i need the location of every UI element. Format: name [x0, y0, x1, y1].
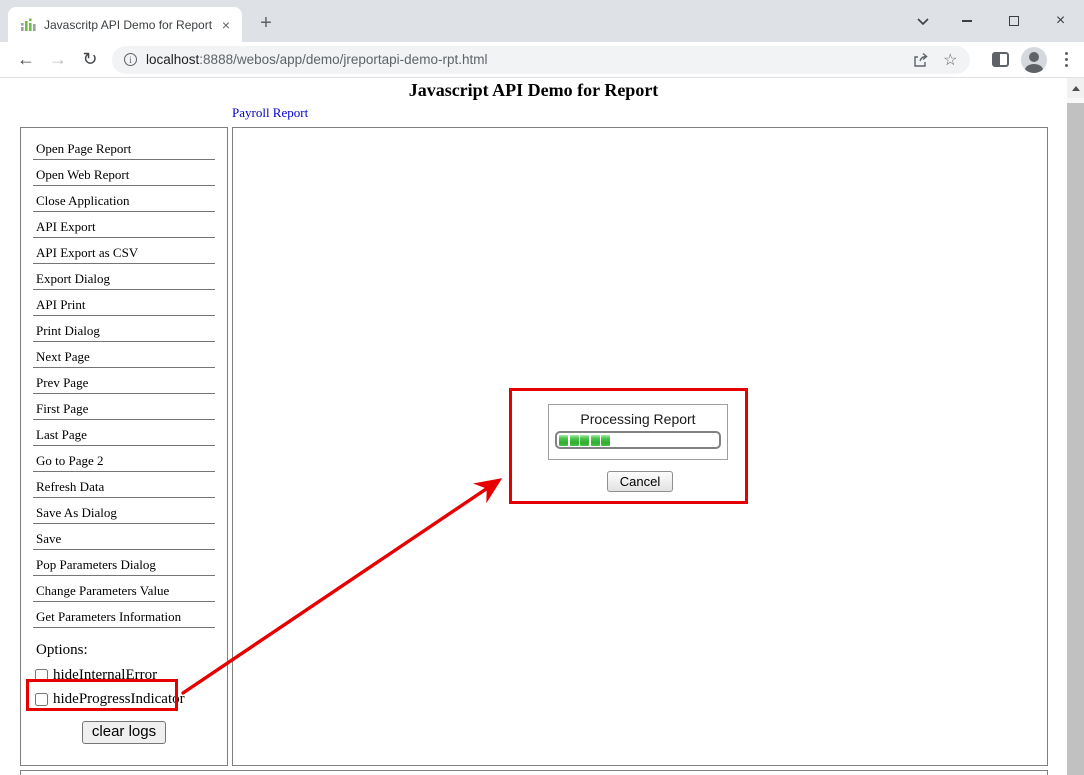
options-label: Options:: [36, 642, 215, 659]
browser-window: Javascritp API Demo for Report × + × ← →…: [0, 0, 1084, 775]
sidebar-item-save[interactable]: Save: [33, 524, 215, 550]
sidebar-item-close-application[interactable]: Close Application: [33, 186, 215, 212]
new-tab-button[interactable]: +: [252, 9, 280, 37]
reload-icon[interactable]: ↻: [74, 49, 106, 70]
window-minimize-button[interactable]: [943, 0, 990, 42]
share-icon[interactable]: [912, 52, 929, 68]
progress-segment: [570, 435, 579, 446]
side-panel-icon[interactable]: [992, 52, 1009, 67]
sidebar: Open Page Report Open Web Report Close App…: [20, 127, 228, 766]
checkbox-row-hideProgressIndicator[interactable]: hideProgressIndicator: [35, 691, 215, 707]
sidebar-link-label[interactable]: Get Parameters Information: [36, 609, 181, 624]
checkbox-row-hideInternalError[interactable]: hideInternalError: [35, 667, 215, 683]
tab-close-icon[interactable]: ×: [218, 17, 234, 33]
sidebar-item-refresh-data[interactable]: Refresh Data: [33, 472, 215, 498]
progress-segments: [559, 435, 610, 446]
forward-icon: →: [42, 49, 74, 70]
sidebar-item-get-parameters-information[interactable]: Get Parameters Information: [33, 602, 215, 628]
sidebar-link-label[interactable]: Save: [36, 531, 61, 546]
clear-logs-button[interactable]: clear logs: [82, 721, 166, 744]
sidebar-link-label[interactable]: API Export as CSV: [36, 245, 138, 260]
back-icon[interactable]: ←: [10, 49, 42, 70]
bookmark-star-icon[interactable]: ☆: [943, 50, 957, 70]
page-title: Javascript API Demo for Report: [0, 80, 1067, 101]
progress-bar: [555, 431, 721, 449]
window-maximize-button[interactable]: [990, 0, 1037, 42]
sidebar-item-first-page[interactable]: First Page: [33, 394, 215, 420]
browser-toolbar: ← → ↻ i localhost:8888/webos/app/demo/jr…: [0, 42, 1084, 78]
sidebar-link-label[interactable]: Last Page: [36, 427, 87, 442]
sidebar-item-save-as-dialog[interactable]: Save As Dialog: [33, 498, 215, 524]
tab-favicon bar-chart-icon: [20, 17, 36, 33]
progress-segment: [580, 435, 589, 446]
url-path: :8888/webos/app/demo/jreportapi-demo-rpt…: [199, 52, 487, 67]
tab-strip: Javascritp API Demo for Report × + ×: [0, 0, 1084, 42]
sidebar-link-label[interactable]: API Print: [36, 297, 85, 312]
sidebar-link-label[interactable]: Close Application: [36, 193, 130, 208]
sidebar-link-label[interactable]: Export Dialog: [36, 271, 110, 286]
processing-dialog: Processing Report: [548, 404, 728, 460]
cancel-button[interactable]: Cancel: [607, 471, 673, 492]
window-close-button[interactable]: ×: [1037, 0, 1084, 42]
sidebar-link-label[interactable]: Pop Parameters Dialog: [36, 557, 156, 572]
hideInternalError-checkbox[interactable]: [35, 669, 48, 682]
sidebar-item-change-parameters-value[interactable]: Change Parameters Value: [33, 576, 215, 602]
sidebar-item-open-web-report[interactable]: Open Web Report: [33, 160, 215, 186]
sidebar-item-api-export[interactable]: API Export: [33, 212, 215, 238]
sidebar-link-label[interactable]: Print Dialog: [36, 323, 100, 338]
browser-tab[interactable]: Javascritp API Demo for Report ×: [8, 7, 242, 42]
options-checkboxes: hideInternalError hideProgressIndicator: [33, 667, 215, 707]
progress-segment: [559, 435, 568, 446]
page-scrollbar[interactable]: [1067, 78, 1084, 775]
tab-search-chevron-icon[interactable]: [903, 0, 943, 42]
checkbox-label: hideInternalError: [53, 667, 157, 684]
sidebar-link-label[interactable]: First Page: [36, 401, 88, 416]
sidebar-link-label[interactable]: Save As Dialog: [36, 505, 117, 520]
url-domain: localhost: [146, 52, 199, 67]
sidebar-link-label[interactable]: Open Web Report: [36, 167, 129, 182]
processing-dialog-title: Processing Report: [549, 411, 727, 427]
sidebar-link-label[interactable]: API Export: [36, 219, 96, 234]
browser-menu-icon[interactable]: [1059, 48, 1075, 72]
sidebar-link-label[interactable]: Go to Page 2: [36, 453, 104, 468]
progress-segment: [601, 435, 610, 446]
scrollbar-thumb[interactable]: [1067, 103, 1084, 775]
url-text[interactable]: localhost:8888/webos/app/demo/jreportapi…: [146, 52, 898, 67]
sidebar-link-label[interactable]: Open Page Report: [36, 141, 131, 156]
sidebar-link-label[interactable]: Change Parameters Value: [36, 583, 169, 598]
scroll-up-arrow-icon[interactable]: [1067, 78, 1084, 98]
sidebar-item-go-to-page-2[interactable]: Go to Page 2: [33, 446, 215, 472]
page-content: Javascript API Demo for Report Payroll R…: [0, 78, 1067, 775]
profile-avatar[interactable]: [1021, 47, 1047, 73]
sidebar-item-next-page[interactable]: Next Page: [33, 342, 215, 368]
sidebar-item-api-export-as-csv[interactable]: API Export as CSV: [33, 238, 215, 264]
sidebar-links: Open Page Report Open Web Report Close App…: [33, 134, 215, 628]
sidebar-item-pop-parameters-dialog[interactable]: Pop Parameters Dialog: [33, 550, 215, 576]
sidebar-link-label[interactable]: Prev Page: [36, 375, 88, 390]
tab-title: Javascritp API Demo for Report: [44, 18, 218, 32]
sidebar-item-prev-page[interactable]: Prev Page: [33, 368, 215, 394]
sidebar-item-export-dialog[interactable]: Export Dialog: [33, 264, 215, 290]
progress-segment: [591, 435, 600, 446]
sidebar-item-open-page-report[interactable]: Open Page Report: [33, 134, 215, 160]
log-area: [20, 770, 1048, 775]
sidebar-item-last-page[interactable]: Last Page: [33, 420, 215, 446]
sidebar-link-label[interactable]: Next Page: [36, 349, 90, 364]
sidebar-item-print-dialog[interactable]: Print Dialog: [33, 316, 215, 342]
hideProgressIndicator-checkbox[interactable]: [35, 693, 48, 706]
address-bar[interactable]: i localhost:8888/webos/app/demo/jreporta…: [112, 46, 970, 74]
sidebar-link-label[interactable]: Refresh Data: [36, 479, 104, 494]
checkbox-label: hideProgressIndicator: [53, 691, 185, 708]
sidebar-item-api-print[interactable]: API Print: [33, 290, 215, 316]
payroll-report-link[interactable]: Payroll Report: [232, 105, 308, 121]
site-info-icon[interactable]: i: [124, 53, 137, 66]
